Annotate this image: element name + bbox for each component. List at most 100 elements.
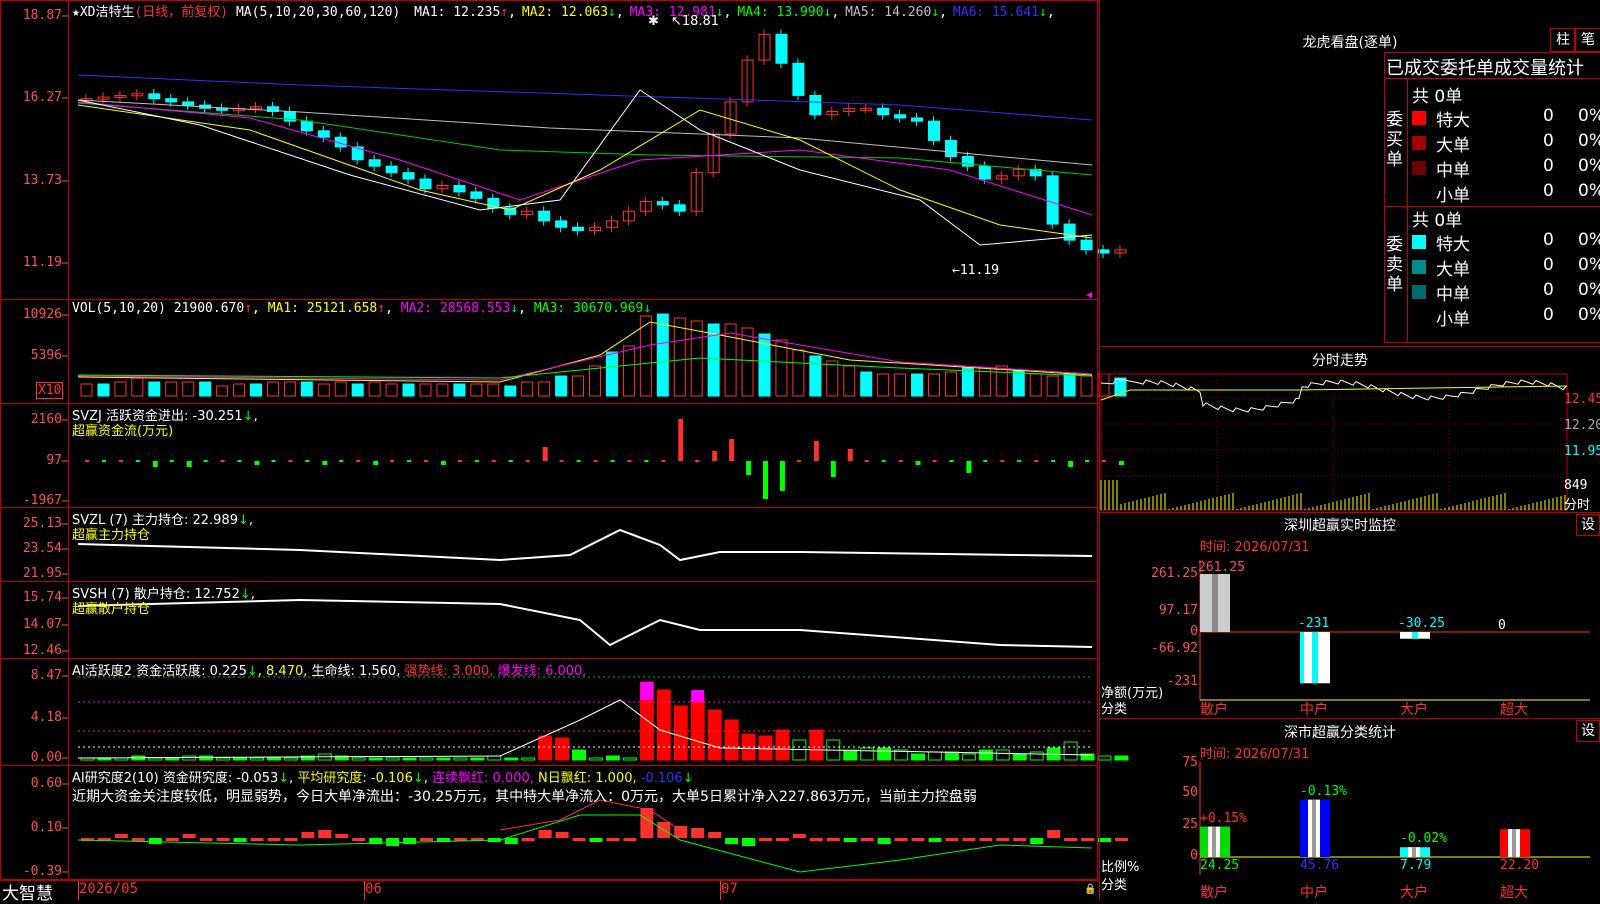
dist-bar-pct: 45.76	[1300, 858, 1340, 873]
y-tick: 12.46	[22, 643, 62, 658]
sz-bar-category: 大户	[1400, 702, 1428, 718]
intraday-tick-1: 12.45	[1564, 392, 1600, 407]
dist-bar-pct: 7.79	[1400, 858, 1432, 873]
buy-total: 共 0单	[1412, 87, 1463, 107]
sz-bar-value: -30.25	[1398, 616, 1445, 631]
sz-y-tick: 97.17	[1158, 603, 1198, 618]
intraday-vol-max: 849	[1564, 478, 1588, 493]
y-tick: 18.87	[22, 8, 62, 23]
sz-time: 时间: 2026/07/31	[1200, 540, 1310, 555]
y-tick: 21.95	[22, 566, 62, 581]
sell-row-swatch	[1412, 260, 1426, 274]
dist-bar-change: -0.02%	[1400, 831, 1447, 847]
y-tick: 4.18	[30, 710, 62, 725]
dragon-title: 龙虎看盘(逐单)	[1302, 35, 1398, 51]
tick-mode-button[interactable]: 笔	[1574, 28, 1600, 52]
sz-bar-category: 散户	[1200, 702, 1228, 718]
dist-settings-button[interactable]: 设	[1576, 720, 1600, 742]
sell-total: 共 0单	[1412, 211, 1463, 231]
y-axis-divider	[68, 0, 69, 880]
sz-bar-value: -231	[1298, 616, 1330, 631]
sz-xlabel: 分类	[1101, 702, 1128, 717]
ma1-value: MA1: 12.235	[414, 5, 501, 20]
intraday-tick-3: 11.95	[1564, 444, 1600, 459]
asterisk-icon: ✱	[648, 14, 659, 29]
dist-bar-category: 中户	[1300, 885, 1328, 901]
y-tick: 0.10	[30, 820, 62, 835]
bar-mode-button[interactable]: 柱	[1550, 28, 1576, 52]
buy-row-name: 中单	[1436, 161, 1470, 181]
dist-y-tick: 50	[1182, 785, 1198, 800]
dist-y-tick: 75	[1182, 755, 1198, 770]
sell-row-vol: 0	[1543, 280, 1554, 300]
y-tick: 10926	[22, 307, 62, 322]
y-tick: -0.39	[22, 864, 62, 879]
sell-row-vol: 0	[1543, 305, 1554, 325]
sell-row-pct: 0%	[1578, 230, 1600, 250]
dist-bar-category: 超大	[1500, 885, 1528, 901]
period-label[interactable]: (日线，前复权)	[134, 5, 228, 20]
kline-panel[interactable]	[0, 0, 1098, 300]
sz-bar-value: 261.25	[1198, 560, 1245, 575]
sz-y-tick: 261.25	[1151, 566, 1198, 581]
buy-row-vol: 0	[1543, 156, 1554, 176]
order-stats-title: 已成交委托单成交量统计	[1386, 58, 1584, 79]
svzl-subtitle: 超赢主力持仓	[72, 528, 151, 543]
brand-label[interactable]: 大智慧	[2, 879, 53, 904]
buy-row-pct: 0%	[1578, 181, 1600, 201]
y-tick: 5396	[30, 348, 62, 363]
intraday-tick-2: 12.20	[1564, 418, 1600, 433]
sz-settings-button[interactable]: 设	[1576, 514, 1600, 536]
dist-xlabel: 分类	[1101, 878, 1128, 893]
date-label-jul: 07	[721, 881, 738, 897]
y-tick: 0.60	[30, 776, 62, 791]
buy-row-pct: 0%	[1578, 131, 1600, 151]
sell-row-swatch	[1412, 285, 1426, 299]
dist-bar-category: 散户	[1200, 885, 1228, 901]
ma5-value: MA5: 14.260	[845, 5, 932, 20]
sell-row-swatch	[1412, 310, 1426, 324]
stock-name[interactable]: ★XD洁特生	[72, 5, 134, 20]
intraday-vol-label: 分时	[1564, 498, 1591, 513]
vol-ma2: MA2: 28568.553	[400, 301, 511, 316]
y-tick: 14.07	[22, 617, 62, 632]
y-tick: 2160	[30, 412, 62, 427]
sz-bar-value: 0	[1498, 618, 1506, 633]
y-tick: 97	[46, 453, 62, 468]
ma-params: MA(5,10,20,30,60,120)	[235, 5, 401, 20]
low-marker: ←11.19	[952, 263, 999, 278]
buy-row-swatch	[1412, 186, 1426, 200]
ma4-value: MA4: 13.990	[737, 5, 824, 20]
dist-bar-change: -0.13%	[1300, 783, 1347, 799]
y-tick: 16.27	[22, 90, 62, 105]
dist-title: 深市超赢分类统计	[1284, 725, 1396, 741]
vol-unit-badge[interactable]: X10	[36, 382, 64, 399]
y-tick: 0.00	[30, 750, 62, 765]
dist-time: 时间: 2026/07/31	[1200, 747, 1310, 762]
y-tick: 13.73	[22, 173, 62, 188]
vol-value: 21900.670	[173, 301, 245, 316]
sz-y-tick: -66.92	[1151, 641, 1198, 656]
buy-orders-label: 委买单	[1386, 110, 1403, 170]
buy-row-pct: 0%	[1578, 156, 1600, 176]
svsh-subtitle: 超赢散户持仓	[72, 602, 151, 617]
vol-title: VOL(5,10,20)	[72, 301, 166, 316]
sell-row-swatch	[1412, 235, 1426, 249]
sz-monitor-title: 深圳超赢实时监控	[1284, 518, 1396, 534]
ai-research-header: AI研究度2(10) 资金研究度: -0.053↓, 平均研究度: -0.106…	[72, 771, 694, 786]
main-header: ★XD洁特生(日线，前复权) MA(5,10,20,30,60,120) MA1…	[72, 1, 1055, 20]
dist-bar-category: 大户	[1400, 885, 1428, 901]
high-marker: ✱ ↖18.81	[648, 14, 720, 29]
buy-row-name: 大单	[1436, 136, 1470, 156]
sell-row-pct: 0%	[1578, 255, 1600, 275]
sz-bar-category: 超大	[1500, 702, 1528, 718]
buy-row-swatch	[1412, 111, 1426, 125]
ai-active-header: AI活跃度2 资金活跃度: 0.225↓, 8.470, 生命线: 1.560,…	[72, 664, 587, 679]
ma6-value: MA6: 15.641	[952, 5, 1040, 20]
sell-row-name: 小单	[1436, 310, 1470, 330]
dist-bar-pct: 22.20	[1500, 858, 1540, 873]
y-tick: 11.19	[22, 255, 62, 270]
lock-icon[interactable]: 🔒	[1084, 884, 1096, 895]
footer-bar	[0, 880, 1098, 901]
ai-research-comment: 近期大资金关注度较低，明显弱势，今日大单净流出：-30.25万元，其中特大单净流…	[72, 789, 977, 805]
